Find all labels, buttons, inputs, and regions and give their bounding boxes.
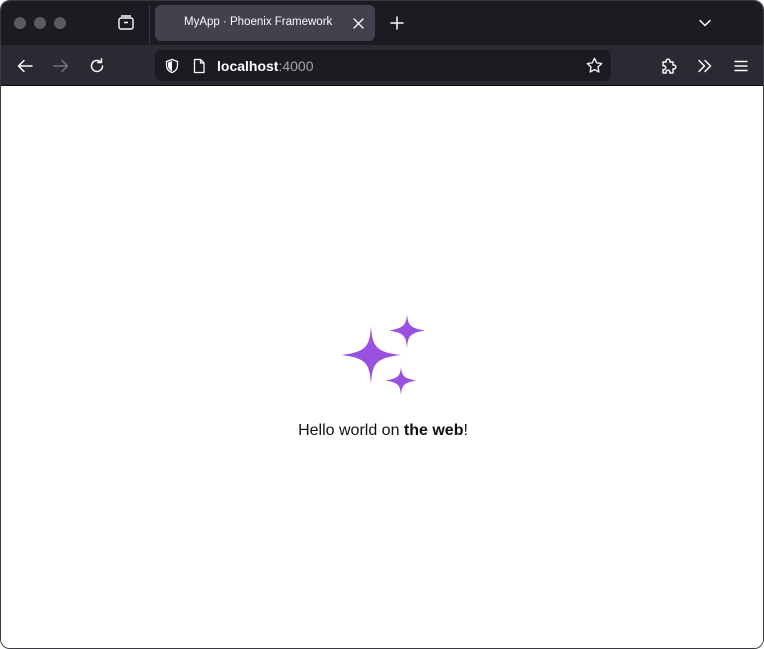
page-content: Hello world on the web!	[1, 86, 763, 648]
reload-icon	[90, 58, 104, 73]
puzzle-icon	[662, 58, 677, 74]
app-menu-button[interactable]	[730, 55, 752, 77]
double-chevron-icon	[698, 59, 712, 73]
tab-strip: MyApp · Phoenix Framework	[1, 1, 763, 45]
overflow-menu-button[interactable]	[694, 55, 716, 77]
chevron-down-icon	[699, 19, 711, 27]
window-maximize-button[interactable]	[54, 17, 66, 29]
close-icon[interactable]	[351, 16, 365, 30]
window-minimize-button[interactable]	[34, 17, 46, 29]
shield-icon[interactable]	[163, 57, 180, 74]
forward-button[interactable]	[50, 55, 72, 77]
hamburger-icon	[734, 60, 748, 72]
greeting-emphasis: the web	[403, 422, 464, 439]
tab-overview-icon[interactable]	[115, 12, 137, 34]
url-text[interactable]: localhost:4000	[217, 58, 314, 74]
page-icon[interactable]	[190, 57, 207, 74]
url-bar[interactable]: localhost:4000	[155, 50, 611, 81]
greeting-suffix: !	[463, 422, 468, 439]
sparkles-icon	[341, 314, 425, 395]
greeting-text: Hello world on the web!	[1, 422, 763, 440]
url-host: localhost	[217, 58, 279, 74]
url-port: :4000	[278, 58, 314, 74]
new-tab-button[interactable]	[387, 13, 407, 33]
tab-title: MyApp · Phoenix Framework	[184, 16, 333, 28]
greeting-prefix: Hello world on	[298, 422, 404, 439]
tab-list-button[interactable]	[695, 13, 715, 33]
arrow-left-icon	[17, 59, 33, 73]
extensions-button[interactable]	[658, 55, 680, 77]
nav-bar: localhost:4000	[1, 45, 763, 86]
back-button[interactable]	[14, 55, 36, 77]
browser-window: MyApp · Phoenix Framework localhost:4000…	[0, 0, 764, 649]
window-close-button[interactable]	[14, 17, 26, 29]
tab-strip-separator	[149, 5, 150, 45]
arrow-right-icon	[53, 59, 69, 73]
reload-button[interactable]	[86, 55, 108, 77]
tab-active[interactable]: MyApp · Phoenix Framework	[155, 5, 375, 41]
plus-icon	[390, 16, 404, 30]
star-icon[interactable]	[585, 56, 604, 75]
